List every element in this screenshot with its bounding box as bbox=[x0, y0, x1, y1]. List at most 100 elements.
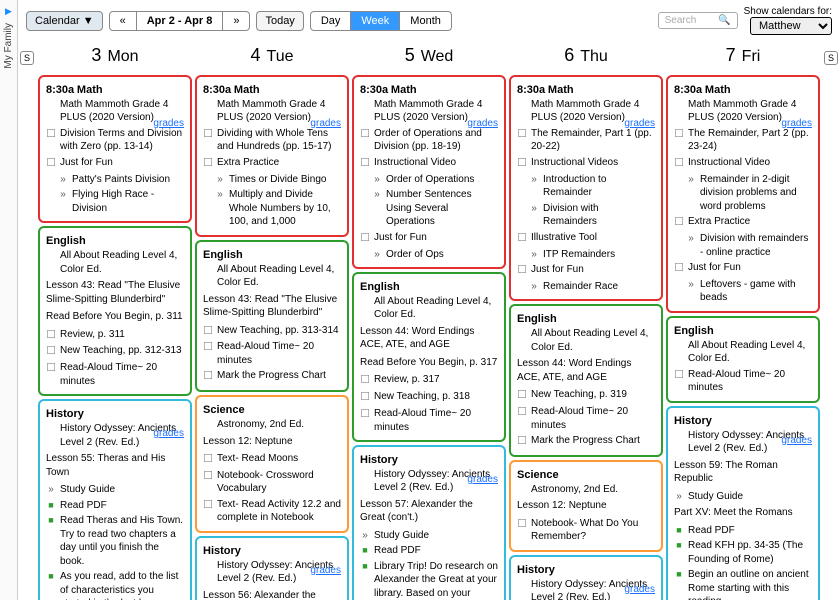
event-card[interactable]: ScienceAstronomy, 2nd Ed.Lesson 12: Nept… bbox=[195, 395, 349, 533]
task-item[interactable]: Just for Fun bbox=[517, 263, 655, 278]
task-item[interactable]: Flying High Race - Division bbox=[58, 188, 184, 215]
view-month[interactable]: Month bbox=[400, 12, 451, 30]
search-input[interactable]: Search 🔍 bbox=[658, 12, 738, 29]
event-card[interactable]: HistoryHistory Odyssey: Ancients Level 2… bbox=[666, 406, 820, 600]
side-panel-tab[interactable]: ▶ My Family bbox=[0, 0, 18, 600]
task-item[interactable]: Read PDF bbox=[360, 544, 498, 558]
task-item[interactable]: The Remainder, Part 2 (pp. 23-24) bbox=[674, 127, 812, 154]
checkbox-icon bbox=[203, 127, 213, 154]
task-item[interactable]: Introduction to Remainder bbox=[529, 173, 655, 200]
event-card[interactable]: 8:30a MathMath Mammoth Grade 4 PLUS (202… bbox=[509, 75, 663, 301]
task-item[interactable]: The Remainder, Part 1 (pp. 20-22) bbox=[517, 127, 655, 154]
task-item[interactable]: Read-Aloud Time~ 20 minutes bbox=[674, 368, 812, 395]
event-card[interactable]: HistoryHistory Odyssey: Ancients Level 2… bbox=[195, 536, 349, 600]
event-card[interactable]: EnglishAll About Reading Level 4, Color … bbox=[352, 272, 506, 442]
task-item[interactable]: Patty's Paints Division bbox=[58, 173, 184, 187]
task-item[interactable]: Mark the Progress Chart bbox=[517, 434, 655, 449]
grades-link[interactable]: grades bbox=[624, 583, 655, 597]
task-item[interactable]: Remainder Race bbox=[529, 280, 655, 294]
event-card[interactable]: ScienceAstronomy, 2nd Ed.Lesson 12: Nept… bbox=[509, 460, 663, 552]
checkbox-icon bbox=[203, 452, 213, 467]
task-item[interactable]: As you read, add to the list of characte… bbox=[46, 570, 184, 600]
task-item[interactable]: Text- Read Moons bbox=[203, 452, 341, 467]
task-item[interactable]: Just for Fun bbox=[674, 261, 812, 276]
task-item[interactable]: Multiply and Divide Whole Numbers by 10,… bbox=[215, 188, 341, 229]
task-item[interactable]: Division with remainders - online practi… bbox=[686, 232, 812, 259]
task-item[interactable]: Read Theras and His Town. Try to read tw… bbox=[46, 514, 184, 568]
event-card[interactable]: EnglishAll About Reading Level 4, Color … bbox=[38, 226, 192, 396]
task-item[interactable]: Times or Divide Bingo bbox=[215, 173, 341, 187]
task-item[interactable]: Notebook- Crossword Vocabulary bbox=[203, 469, 341, 496]
task-item[interactable]: New Teaching, p. 319 bbox=[517, 388, 655, 403]
event-card[interactable]: HistoryHistory Odyssey: Ancients Level 2… bbox=[352, 445, 506, 600]
grades-link[interactable]: grades bbox=[624, 117, 655, 131]
task-item[interactable]: Extra Practice bbox=[674, 215, 812, 230]
event-card[interactable]: EnglishAll About Reading Level 4, Color … bbox=[195, 240, 349, 393]
event-card[interactable]: HistoryHistory Odyssey: Ancients Level 2… bbox=[38, 399, 192, 600]
task-item[interactable]: Read PDF bbox=[674, 524, 812, 538]
task-item[interactable]: Instructional Videos bbox=[517, 156, 655, 171]
show-calendars-select[interactable]: Matthew bbox=[750, 17, 832, 35]
task-item[interactable]: Read-Aloud Time~ 20 minutes bbox=[46, 361, 184, 388]
event-card[interactable]: 8:30a MathMath Mammoth Grade 4 PLUS (202… bbox=[352, 75, 506, 269]
task-item[interactable]: Study Guide bbox=[674, 490, 812, 504]
grades-link[interactable]: grades bbox=[310, 117, 341, 131]
task-item[interactable]: Division with Remainders bbox=[529, 202, 655, 229]
task-item[interactable]: Extra Practice bbox=[203, 156, 341, 171]
task-item[interactable]: New Teaching, pp. 313-314 bbox=[203, 324, 341, 339]
task-item[interactable]: Instructional Video bbox=[360, 156, 498, 171]
view-week[interactable]: Week bbox=[351, 12, 400, 30]
task-item[interactable]: Notebook- What Do You Remember? bbox=[517, 517, 655, 544]
task-item[interactable]: Review, p. 317 bbox=[360, 373, 498, 388]
event-card[interactable]: 8:30a MathMath Mammoth Grade 4 PLUS (202… bbox=[38, 75, 192, 223]
event-card[interactable]: HistoryHistory Odyssey: Ancients Level 2… bbox=[509, 555, 663, 600]
task-item[interactable]: Leftovers - game with beads bbox=[686, 278, 812, 305]
task-item[interactable]: Begin an outline on ancient Rome startin… bbox=[674, 568, 812, 600]
task-item[interactable]: Order of Ops bbox=[372, 248, 498, 262]
grades-link[interactable]: grades bbox=[781, 117, 812, 131]
task-item[interactable]: Order of Operations bbox=[372, 173, 498, 187]
event-subject: English bbox=[517, 313, 557, 325]
prev-week-button[interactable]: « bbox=[110, 12, 137, 30]
grades-link[interactable]: grades bbox=[467, 473, 498, 487]
task-item[interactable]: Library Trip! Do research on Alexander t… bbox=[360, 560, 498, 600]
task-item[interactable]: Illustrative Tool bbox=[517, 231, 655, 246]
checkbox-icon bbox=[674, 156, 684, 171]
task-item[interactable]: Study Guide bbox=[360, 529, 498, 543]
task-item[interactable]: Order of Operations and Division (pp. 18… bbox=[360, 127, 498, 154]
task-item[interactable]: Read-Aloud Time~ 20 minutes bbox=[360, 407, 498, 434]
task-item[interactable]: Read PDF bbox=[46, 499, 184, 513]
grades-link[interactable]: grades bbox=[153, 117, 184, 131]
grades-link[interactable]: grades bbox=[153, 427, 184, 441]
task-item[interactable]: New Teaching, pp. 312-313 bbox=[46, 344, 184, 359]
grades-link[interactable]: grades bbox=[467, 117, 498, 131]
task-item[interactable]: Division Terms and Division with Zero (p… bbox=[46, 127, 184, 154]
task-item[interactable]: Read-Aloud Time~ 20 minutes bbox=[203, 340, 341, 367]
task-item[interactable]: Read KFH pp. 34-35 (The Founding of Rome… bbox=[674, 539, 812, 566]
task-item[interactable]: Study Guide bbox=[46, 483, 184, 497]
grades-link[interactable]: grades bbox=[310, 564, 341, 578]
weekend-toggle-right[interactable]: S bbox=[824, 51, 838, 65]
task-item[interactable]: Just for Fun bbox=[46, 156, 184, 171]
grades-link[interactable]: grades bbox=[781, 434, 812, 448]
weekend-toggle-left[interactable]: S bbox=[20, 51, 34, 65]
task-item[interactable]: Review, p. 311 bbox=[46, 328, 184, 343]
event-card[interactable]: 8:30a MathMath Mammoth Grade 4 PLUS (202… bbox=[666, 75, 820, 313]
next-week-button[interactable]: » bbox=[223, 12, 249, 30]
event-card[interactable]: EnglishAll About Reading Level 4, Color … bbox=[509, 304, 663, 457]
task-item[interactable]: Just for Fun bbox=[360, 231, 498, 246]
task-item[interactable]: Instructional Video bbox=[674, 156, 812, 171]
task-item[interactable]: ITP Remainders bbox=[529, 248, 655, 262]
event-card[interactable]: EnglishAll About Reading Level 4, Color … bbox=[666, 316, 820, 403]
task-item[interactable]: Read-Aloud Time~ 20 minutes bbox=[517, 405, 655, 432]
task-item[interactable]: Number Sentences Using Several Operation… bbox=[372, 188, 498, 229]
calendar-menu-button[interactable]: Calendar ▼ bbox=[26, 11, 103, 31]
view-day[interactable]: Day bbox=[311, 12, 352, 30]
task-item[interactable]: Remainder in 2-digit division problems a… bbox=[686, 173, 812, 214]
task-item[interactable]: Text- Read Activity 12.2 and complete in… bbox=[203, 498, 341, 525]
event-card[interactable]: 8:30a MathMath Mammoth Grade 4 PLUS (202… bbox=[195, 75, 349, 237]
task-item[interactable]: Dividing with Whole Tens and Hundreds (p… bbox=[203, 127, 341, 154]
today-button[interactable]: Today bbox=[256, 11, 303, 31]
task-item[interactable]: Mark the Progress Chart bbox=[203, 369, 341, 384]
task-item[interactable]: New Teaching, p. 318 bbox=[360, 390, 498, 405]
